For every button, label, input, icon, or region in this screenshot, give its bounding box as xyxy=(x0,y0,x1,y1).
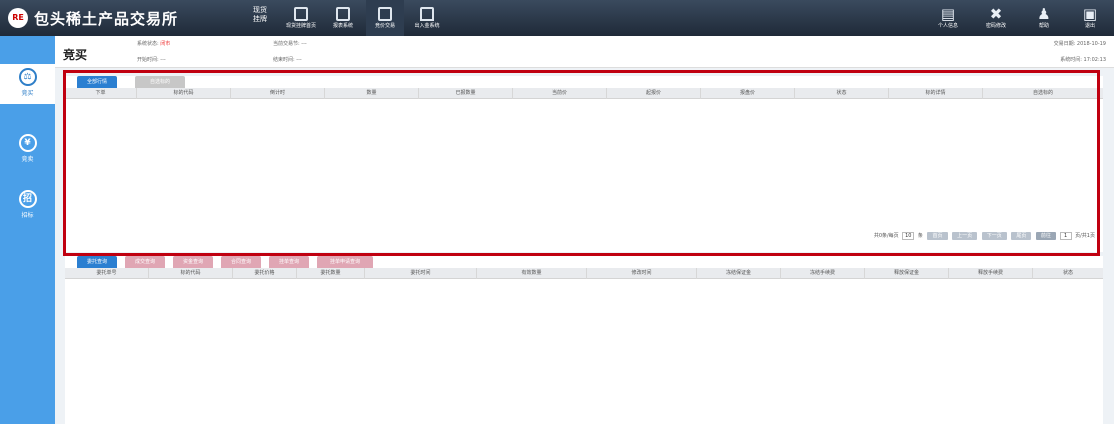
col-header: 释放手续费 xyxy=(949,268,1033,279)
gavel-icon: ⚖ xyxy=(18,68,37,86)
user-info-icon: ▤ xyxy=(940,5,956,23)
top-bar: RE 包头稀土产品交易所 现货挂牌 现货挂牌首页 报表系统 竞价交易 出入金系统… xyxy=(0,0,1114,36)
page-title: 竞买 xyxy=(63,48,88,62)
system-time: 系统时间: 17:02:13 xyxy=(1060,57,1106,63)
nav-label: 竞价交易 xyxy=(374,23,395,29)
sidebar-item-label: 招标 xyxy=(21,212,34,219)
nav-label: 报表系统 xyxy=(332,23,353,29)
nav-funds-system[interactable]: 出入金系统 xyxy=(408,0,446,36)
monitor-icon xyxy=(294,7,308,21)
current-section: 当前交易节: --- xyxy=(273,41,307,47)
sidebar-item-buy-auction[interactable]: ⚖ 竞买 xyxy=(0,64,55,104)
auction-icon xyxy=(378,7,392,21)
col-header: 标的代码 xyxy=(149,268,233,279)
trade-date: 交易日期: 2018-10-19 xyxy=(1053,41,1106,47)
sidebar-item-label: 竞卖 xyxy=(21,156,34,163)
exit-icon: ▣ xyxy=(1082,5,1098,23)
report-icon xyxy=(336,7,350,21)
help-icon: ♟ xyxy=(1037,5,1051,23)
nav-personal-info[interactable]: ▤ 个人信息 xyxy=(930,0,966,36)
sidebar-item-sell-auction[interactable]: ¥ 竞卖 xyxy=(0,130,55,170)
coin-icon: ¥ xyxy=(18,134,37,152)
exchange-logo: RE xyxy=(8,8,28,28)
tab-order-query[interactable]: 委托查询 xyxy=(77,256,117,268)
nav-label: 帮助 xyxy=(1038,23,1049,29)
col-header: 委托时间 xyxy=(365,268,477,279)
system-status-value: 闭市 xyxy=(160,41,171,47)
nav-auction-trading[interactable]: 竞价交易 xyxy=(366,0,404,36)
col-header: 修改时间 xyxy=(587,268,697,279)
tab-listing-request-query[interactable]: 挂单申请查询 xyxy=(317,256,373,268)
col-header: 有效数量 xyxy=(477,268,587,279)
query-table-header: 委托单号 标的代码 委托价格 委托数量 委托时间 有效数量 修改时间 冻结保证金… xyxy=(65,268,1103,279)
tools-icon: ✖ xyxy=(989,5,1003,23)
end-time: 结束时间: --- xyxy=(273,57,302,63)
sidebar: ⚖ 竞买 ¥ 竞卖 招 招标 xyxy=(0,36,55,424)
tender-icon: 招 xyxy=(18,190,37,208)
nav-label: 密码修改 xyxy=(985,23,1006,29)
start-time: 开始时间: --- xyxy=(137,57,166,63)
col-header: 委托数量 xyxy=(297,268,365,279)
nav-logout[interactable]: ▣ 退出 xyxy=(1072,0,1108,36)
query-panel: 委托查询 成交查询 资金查询 合同查询 挂单查询 挂单申请查询 委托单号 标的代… xyxy=(65,256,1103,424)
highlight-box xyxy=(63,70,1100,256)
tab-listing-query[interactable]: 挂单查询 xyxy=(269,256,309,268)
system-status-label: 系统状态: xyxy=(137,41,159,47)
page-header: 竞买 系统状态: 闭市 开始时间: --- 当前交易节: --- 结束时间: -… xyxy=(55,36,1114,68)
nav-password-change[interactable]: ✖ 密码修改 xyxy=(978,0,1014,36)
nav-label: 出入金系统 xyxy=(414,23,440,29)
system-status: 系统状态: 闭市 xyxy=(137,40,170,47)
sidebar-item-label: 竞买 xyxy=(21,90,34,97)
tab-funds-query[interactable]: 资金查询 xyxy=(173,256,213,268)
nav-help[interactable]: ♟ 帮助 xyxy=(1026,0,1062,36)
nav-label: 退出 xyxy=(1084,23,1095,29)
nav-report-system[interactable]: 报表系统 xyxy=(324,0,362,36)
col-header: 状态 xyxy=(1062,270,1073,276)
col-header: 委托价格 xyxy=(233,268,297,279)
col-header: 委托单号 xyxy=(65,268,149,279)
col-header: 冻结手续费 xyxy=(781,268,865,279)
col-header: 释放保证金 xyxy=(865,268,949,279)
nav-spot-home[interactable]: 现货挂牌首页 xyxy=(282,0,320,36)
app-title: 包头稀土产品交易所 xyxy=(34,10,179,28)
sidebar-item-tender[interactable]: 招 招标 xyxy=(0,186,55,226)
home-icon xyxy=(420,7,434,21)
col-header: 冻结保证金 xyxy=(697,268,781,279)
spot-listing-button[interactable]: 现货挂牌 xyxy=(250,6,270,24)
tab-deal-query[interactable]: 成交查询 xyxy=(125,256,165,268)
tab-contract-query[interactable]: 合同查询 xyxy=(221,256,261,268)
nav-label: 现货挂牌首页 xyxy=(285,23,316,29)
nav-label: 个人信息 xyxy=(937,23,958,29)
